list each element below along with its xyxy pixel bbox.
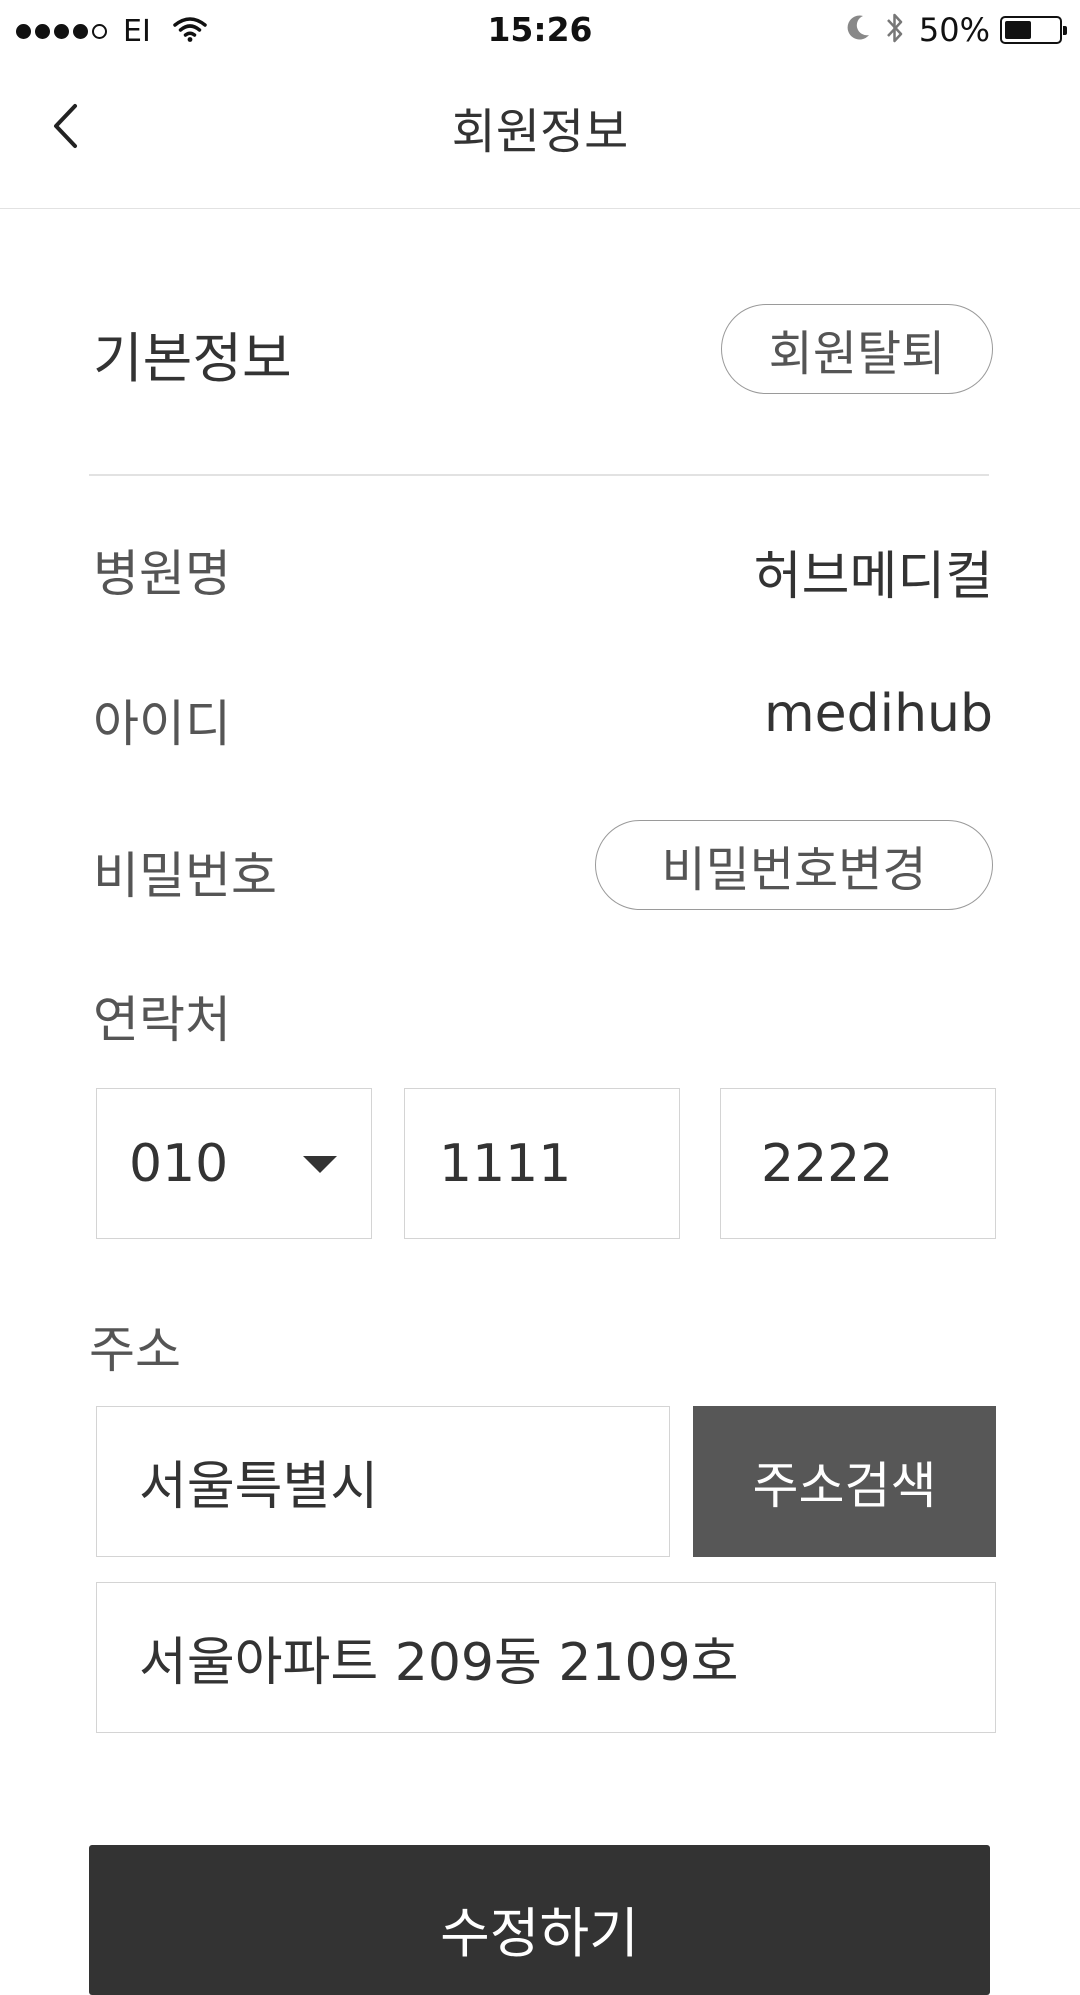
status-bar: EI 15:26 50%	[0, 0, 1080, 62]
section-divider	[89, 474, 989, 476]
hospital-label: 병원명	[93, 545, 231, 603]
status-right: 50%	[845, 11, 1067, 49]
withdraw-button[interactable]: 회원탈퇴	[721, 304, 993, 394]
nav-bar: 회원정보	[0, 62, 1080, 209]
address-search-button[interactable]: 주소검색	[693, 1406, 996, 1557]
address-city-input[interactable]: 서울특별시	[96, 1406, 670, 1557]
address-label: 주소	[89, 1321, 181, 1379]
caret-down-icon	[303, 1156, 337, 1173]
password-label: 비밀번호	[93, 847, 277, 905]
phone-prefix-select[interactable]: 010	[96, 1088, 372, 1239]
battery-icon	[1000, 16, 1067, 44]
submit-button[interactable]: 수정하기	[89, 1845, 990, 1995]
basic-info-title: 기본정보	[93, 327, 292, 390]
phone-last-input[interactable]: 2222	[720, 1088, 996, 1239]
contact-label: 연락처	[93, 991, 231, 1049]
page-title: 회원정보	[451, 104, 629, 160]
user-id-label: 아이디	[93, 695, 231, 753]
battery-percent: 50%	[918, 11, 990, 49]
address-detail-input[interactable]: 서울아파트 209동 2109호	[96, 1582, 996, 1733]
moon-icon	[845, 14, 871, 46]
hospital-value: 허브메디컬	[753, 547, 993, 607]
bluetooth-icon	[885, 11, 905, 49]
password-change-button[interactable]: 비밀번호변경	[595, 820, 993, 910]
user-id-row: 아이디 medihub	[93, 668, 993, 764]
hospital-row: 병원명 허브메디컬	[93, 518, 993, 614]
phone-prefix-value: 010	[129, 1133, 229, 1194]
basic-info-header: 기본정보 회원탈퇴	[93, 300, 993, 400]
phone-middle-input[interactable]: 1111	[404, 1088, 680, 1239]
password-row: 비밀번호 비밀번호변경	[93, 820, 993, 916]
user-id-value: medihub	[763, 684, 993, 744]
battery-level-fill	[1005, 21, 1031, 39]
